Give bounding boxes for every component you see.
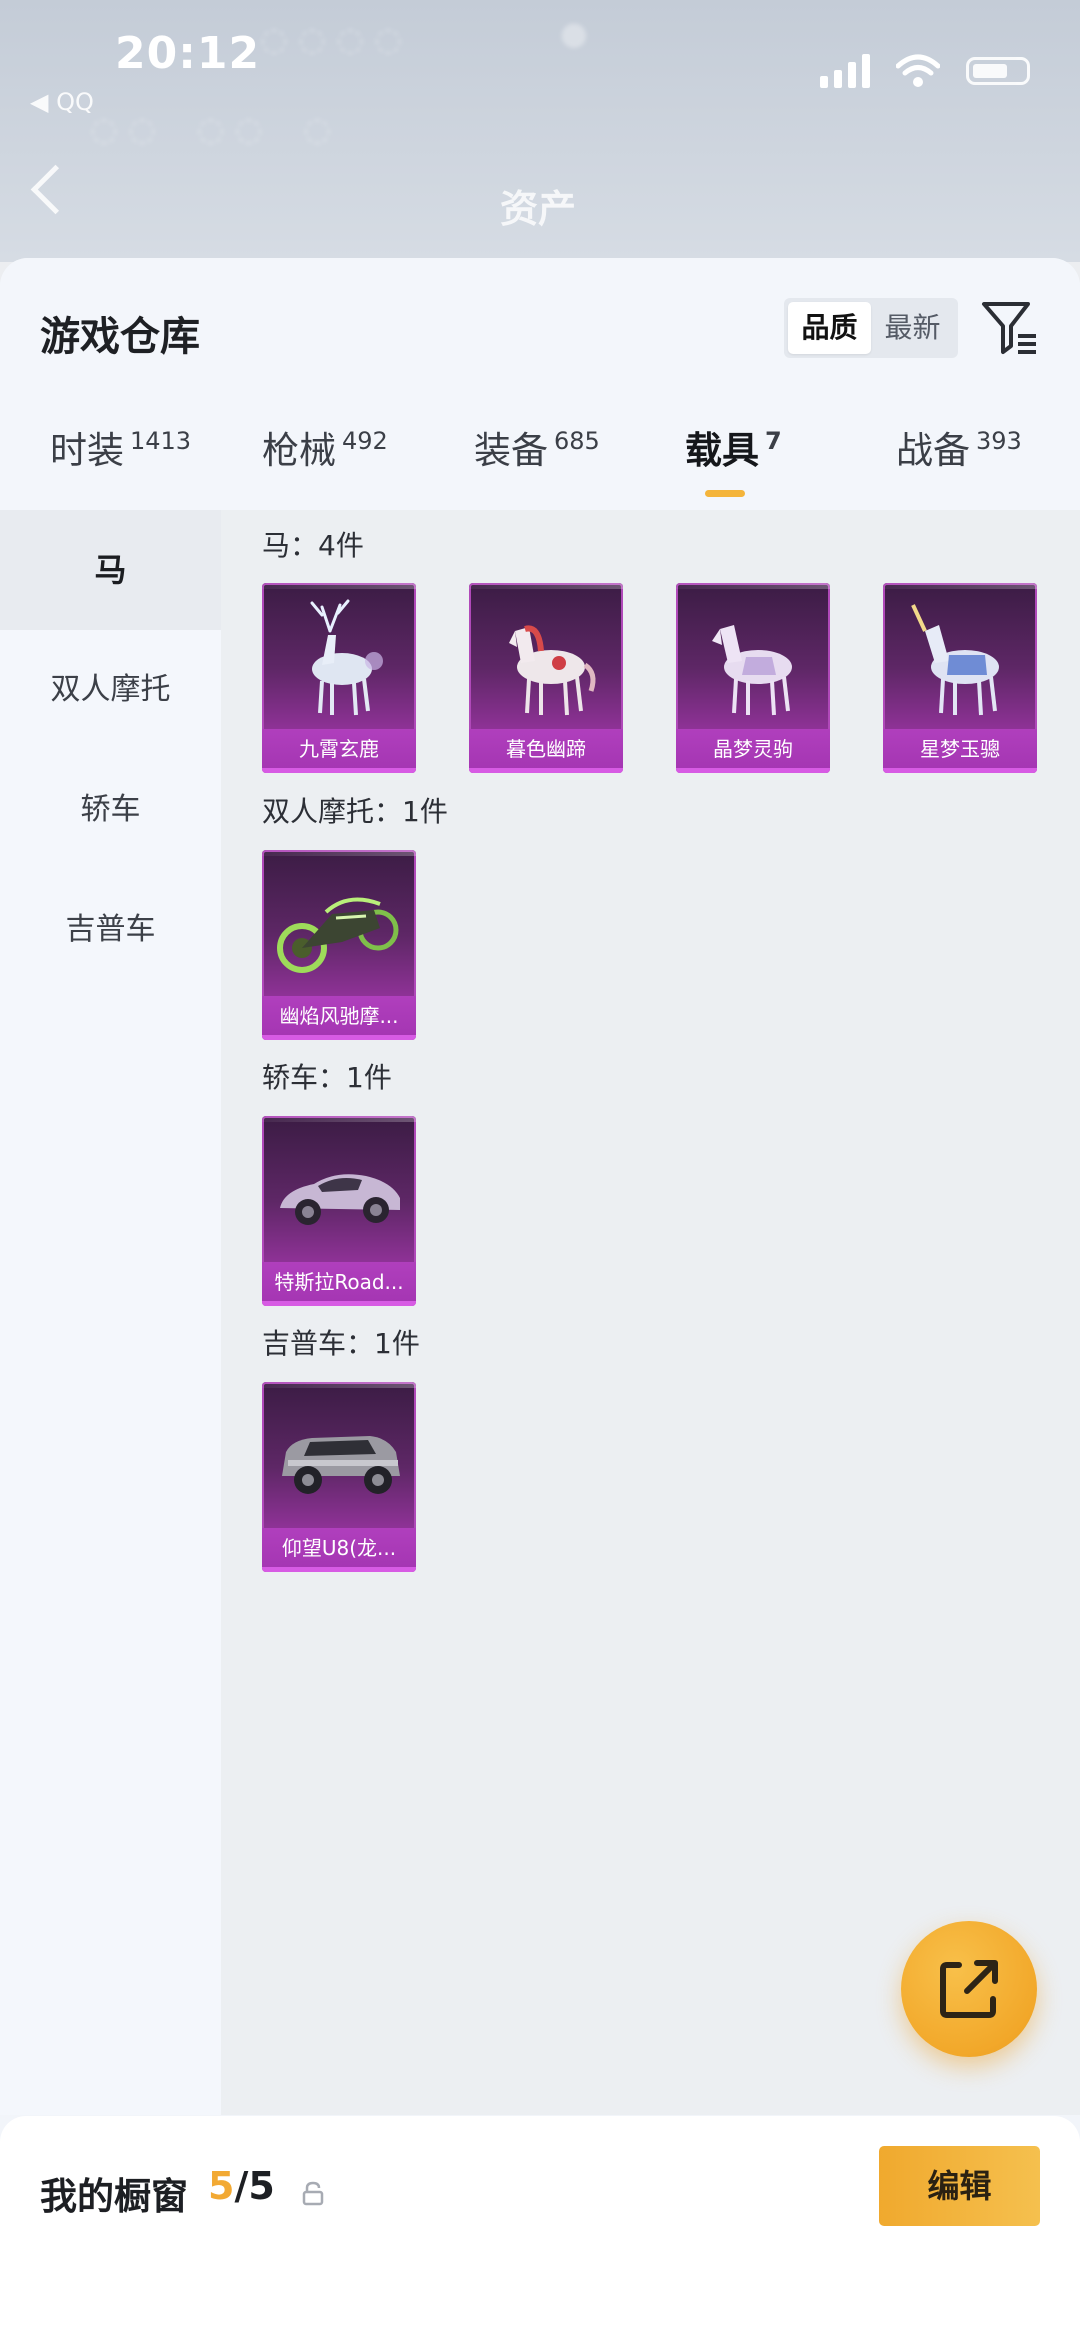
sort-quality-button[interactable]: 品质 [788,302,871,354]
back-to-qq-link[interactable]: ◀ QQ [30,88,94,116]
item-card[interactable]: 暮色幽蹄 [469,583,623,773]
sort-toggle: 品质 最新 [784,298,958,358]
wifi-icon [896,54,940,87]
share-out-icon [940,1960,998,2018]
tab-vehicles[interactable]: 载具 7 [685,420,782,474]
unicorn-icon [911,604,999,716]
item-card[interactable]: 仰望U8(龙... [262,1382,416,1572]
edit-showcase-button[interactable]: 编辑 [879,2146,1040,2226]
crystal-horse-icon [712,625,792,716]
cellular-signal-icon [820,54,870,88]
showcase-bar: 我的橱窗 5/5 编辑 [0,2116,1080,2341]
item-name: 星梦玉骢 [883,729,1037,773]
item-card[interactable]: 幽焰风驰摩... [262,850,416,1040]
subcategory-sidebar: 马 双人摩托 轿车 吉普车 [0,510,221,2115]
item-name: 晶梦灵驹 [676,729,830,773]
item-name: 九霄玄鹿 [262,729,416,773]
active-tab-indicator [705,490,745,497]
tab-fashion[interactable]: 时装 1413 [50,420,191,474]
sidebar-item-tandem-motorcycle[interactable]: 双人摩托 [0,630,221,750]
sheet-header: 游戏仓库 品质 最新 时装 1413 枪械 492 装备 685 载具 7 战备 393 [0,258,1080,510]
item-name: 幽焰风驰摩... [262,996,416,1040]
share-button[interactable] [901,1921,1037,2057]
tab-supplies[interactable]: 战备 393 [896,420,1022,474]
blurred-avatar: ● [560,14,588,52]
status-icons [820,54,1030,88]
white-deer-icon [310,599,383,716]
item-grid: 马：4件 九霄玄鹿 暮色幽蹄 晶梦灵驹 星梦玉骢 双人摩托：1件 幽焰风驰摩..… [221,510,1080,2115]
battery-icon [966,57,1030,85]
top-app-bar: ◌ ◌ ◌ ◌ ● ◌ ◌ ◌ ◌ ◌ 20:12 ◀ QQ 资产 [0,0,1080,262]
sports-car-icon [280,1174,400,1225]
white-red-horse-icon [509,625,596,716]
item-card[interactable]: 晶梦灵驹 [676,583,830,773]
sort-newest-button[interactable]: 最新 [871,302,954,354]
showcase-label: 我的橱窗 [40,2175,188,2218]
back-arrow-icon[interactable] [30,164,81,215]
item-card[interactable]: 九霄玄鹿 [262,583,416,773]
page-title: 游戏仓库 [40,314,200,360]
group-title-tandem-motorcycle: 双人摩托：1件 [262,795,448,828]
item-card[interactable]: 星梦玉骢 [883,583,1037,773]
suv-icon [282,1436,400,1494]
item-card[interactable]: 特斯拉Road... [262,1116,416,1306]
item-name: 特斯拉Road... [262,1262,416,1306]
item-name: 仰望U8(龙... [262,1528,416,1572]
tab-equipment[interactable]: 装备 685 [474,420,600,474]
green-motorcycle-icon [277,897,399,973]
lock-icon [302,2181,324,2206]
group-title-jeep: 吉普车：1件 [262,1327,420,1360]
filter-icon[interactable] [980,298,1040,358]
showcase-count: 5/5 [208,2164,275,2208]
sidebar-item-horse[interactable]: 马 [0,510,221,630]
sidebar-item-jeep[interactable]: 吉普车 [0,870,221,990]
status-time: 20:12 [115,28,261,79]
blurred-profile-text: ◌ ◌ ◌ ◌ [260,20,403,58]
item-name: 暮色幽蹄 [469,729,623,773]
category-tabs: 时装 1413 枪械 492 装备 685 载具 7 战备 393 [0,408,1080,490]
sidebar-item-sedan[interactable]: 轿车 [0,750,221,870]
tab-firearms[interactable]: 枪械 492 [262,420,388,474]
group-title-sedan: 轿车：1件 [262,1061,392,1094]
group-title-horse: 马：4件 [262,529,364,562]
nav-title: 资产 [500,187,577,231]
blurred-stats: ◌ ◌ ◌ ◌ ◌ [90,110,332,148]
